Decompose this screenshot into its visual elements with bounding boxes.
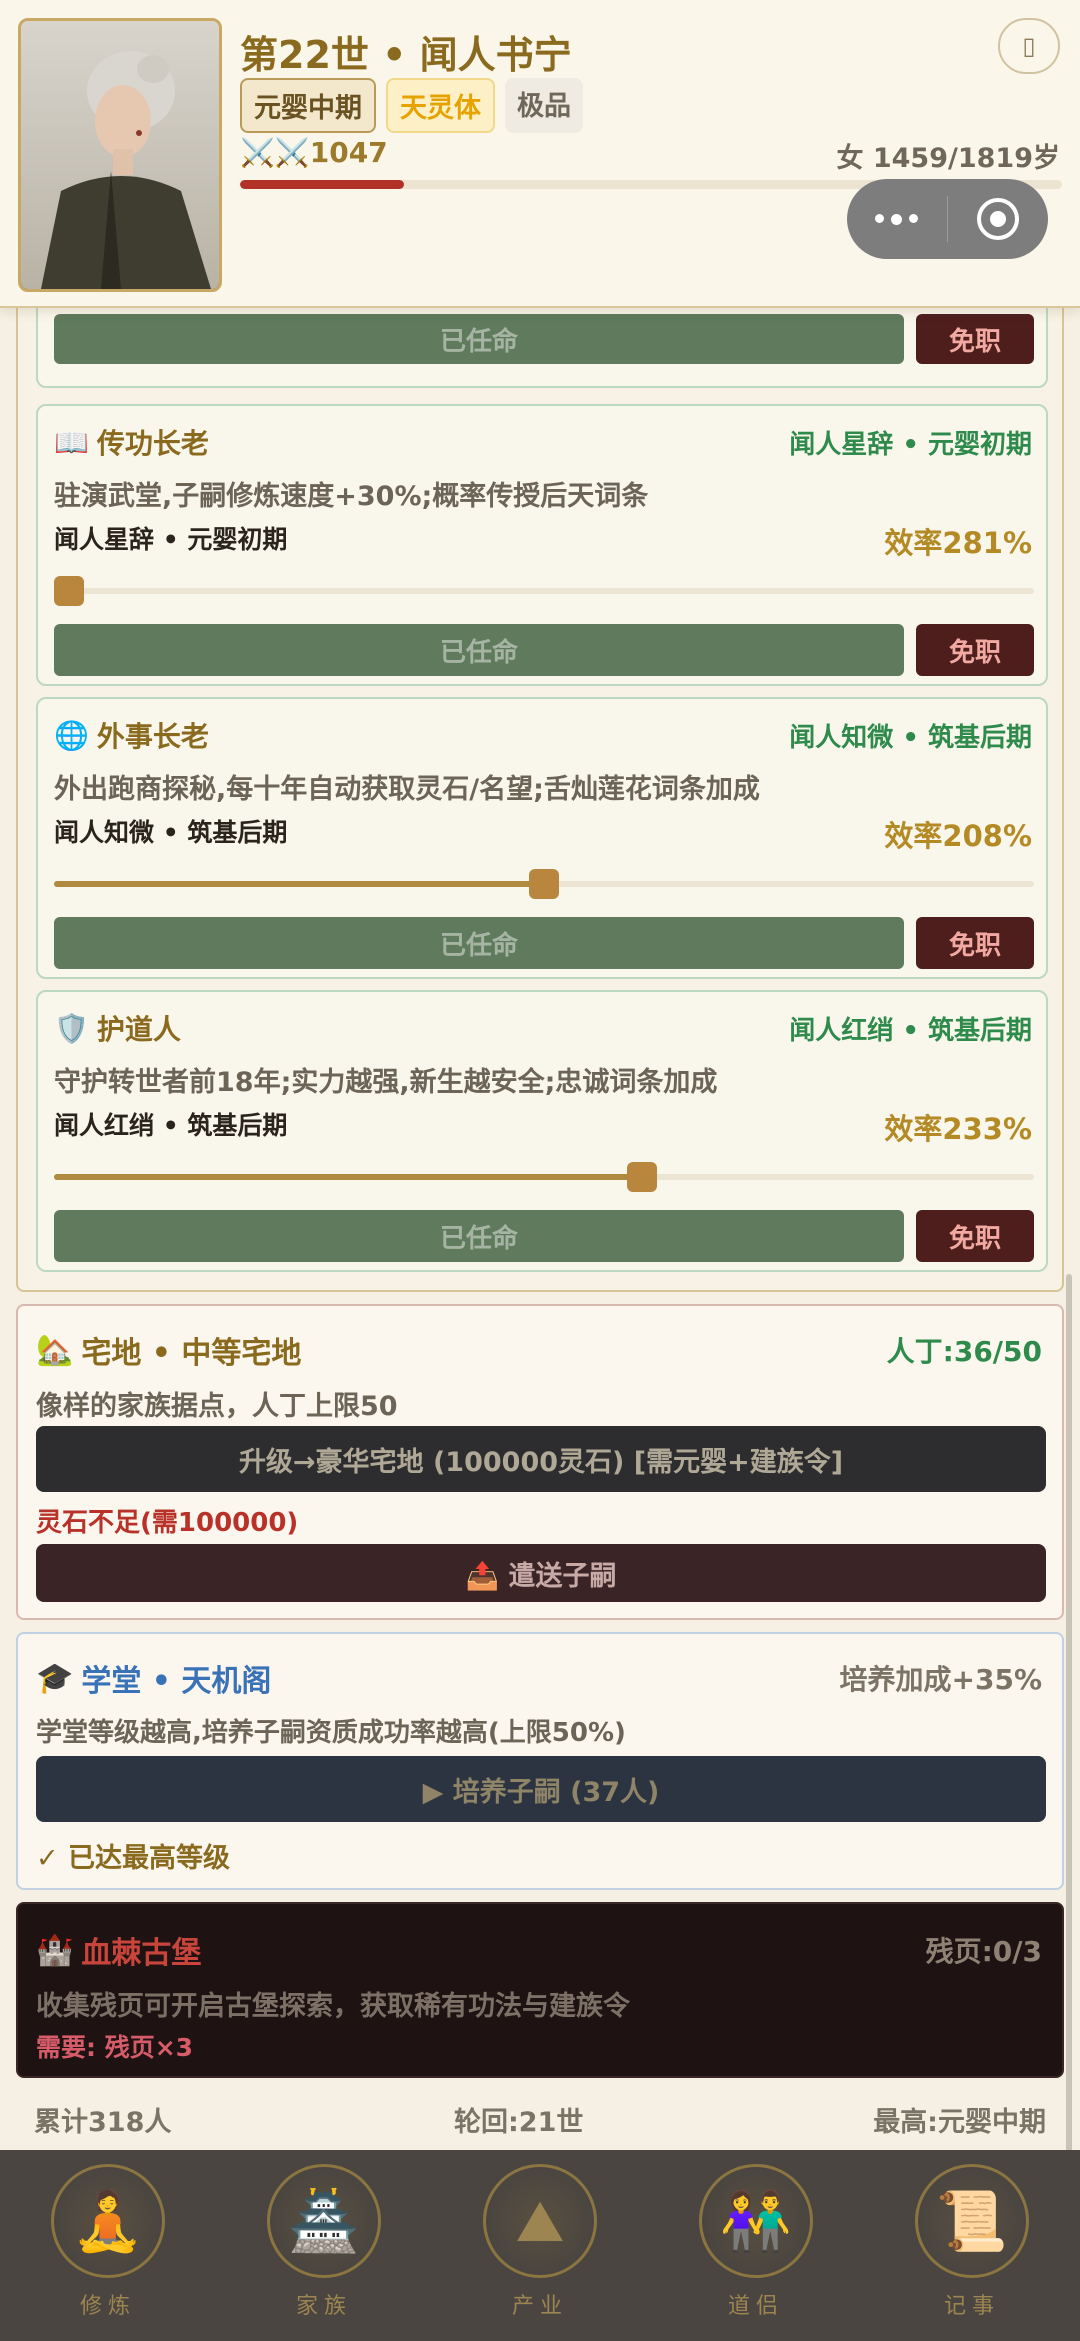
nav-cultivate[interactable]: 🧘 修炼 [33,2150,183,2341]
couple-icon: 👫 [699,2164,813,2278]
academy-title: 🎓 学堂 • 天机阁 [36,1660,272,1700]
castle-requirement: 需要: 残页×3 [36,2033,194,2062]
elder-title: 📖 传功长老 [54,425,209,461]
scrollbar[interactable] [1066,1274,1072,2154]
residence-card: 🏡 宅地 • 中等宅地 人丁:36/50 像样的家族据点，人丁上限50 升级→豪… [16,1304,1064,1620]
residence-desc: 像样的家族据点，人丁上限50 [36,1391,398,1422]
nav-family[interactable]: 🏯 家族 [249,2150,399,2341]
max-level-text: ✓ 已达最高等级 [36,1843,231,1874]
academy-card: 🎓 学堂 • 天机阁 培养加成+35% 学堂等级越高,培养子嗣资质成功率越高(上… [16,1632,1064,1890]
elder-person: 闻人知微 • 筑基后期 [54,818,288,847]
globe-icon: 🌐 [54,718,89,752]
character-title: 第22世 • 闻人书宁 [240,33,572,77]
house-icon: 🏡 [36,1332,74,1368]
meditation-icon: 🧘 [51,2164,165,2278]
elder-card-teaching: 📖 传功长老 闻人星辞 • 元婴初期 驻演武堂,子嗣修炼速度+30%;概率传授后… [36,404,1048,686]
age-display: 女 1459/1819岁 [836,143,1060,174]
elder-card-guardian: 🛡️ 护道人 闻人红绡 • 筑基后期 守护转世者前18年;实力越强,新生越安全;… [36,990,1048,1272]
elder-title: 🌐 外事长老 [54,718,209,754]
assigned-button[interactable]: 已任命 [54,624,904,676]
nav-label: 家族 [295,2294,352,2319]
menu-icon: ▯ [1022,32,1036,60]
lineage-stats: 累计318人 轮回:21世 最高:元婴中期 [34,2100,1046,2140]
book-icon: 📖 [54,425,89,459]
pavilion-icon: 🏯 [267,2164,381,2278]
slider-handle[interactable] [627,1162,657,1192]
elder-slider[interactable] [54,1162,1034,1192]
castle-icon: 🏰 [36,1932,74,1968]
elders-panel: 已任命 免职 📖 传功长老 闻人星辞 • 元婴初期 驻演武堂,子嗣修炼速度+30… [16,270,1064,1292]
realm-badge: 元婴中期 [240,78,376,133]
academy-desc: 学堂等级越高,培养子嗣资质成功率越高(上限50%) [36,1718,626,1748]
nav-records[interactable]: 📜 记事 [897,2150,1047,2341]
scroll-area[interactable]: 已任命 免职 📖 传功长老 闻人星辞 • 元婴初期 驻演武堂,子嗣修炼速度+30… [0,0,1080,2150]
nav-industry[interactable]: ⛰ 产业 [465,2150,615,2341]
castle-desc: 收集残页可开启古堡探索，获取稀有功法与建族令 [36,1991,630,2022]
character-header: 第22世 • 闻人书宁 元婴中期 天灵体 极品 ⚔️⚔️1047 女 1459/… [0,0,1080,308]
assigned-button[interactable]: 已任命 [54,314,904,364]
slider-handle[interactable] [54,576,84,606]
elder-desc: 驻演武堂,子嗣修炼速度+30%;概率传授后天词条 [54,481,649,512]
scroll-icon: 📜 [915,2164,1029,2278]
elder-person: 闻人星辞 • 元婴初期 [54,525,288,554]
elder-assigned-name: 闻人知微 • 筑基后期 [789,723,1032,753]
character-badges: 元婴中期 天灵体 极品 [240,78,583,133]
training-bonus: 培养加成+35% [839,1663,1042,1696]
target-icon [977,198,1020,240]
close-miniprogram-button[interactable] [948,179,1048,259]
menu-button[interactable]: ▯ [998,18,1060,74]
dismiss-button[interactable]: 免职 [916,624,1034,676]
cycle-count: 轮回:21世 [454,2107,584,2138]
elder-efficiency: 效率233% [884,1112,1032,1146]
nav-label: 产业 [511,2294,568,2319]
swords-icon: ⚔️⚔️ [240,136,310,169]
elder-desc: 外出跑商探秘,每十年自动获取灵石/名望;舌灿莲花词条加成 [54,774,760,805]
miniprogram-capsule [847,179,1048,259]
more-dots-icon [875,213,919,225]
elder-desc: 守护转世者前18年;实力越强,新生越安全;忠诚词条加成 [54,1067,718,1098]
elder-person: 闻人红绡 • 筑基后期 [54,1111,288,1140]
elder-title: 🛡️ 护道人 [54,1011,181,1047]
elder-assigned-name: 闻人星辞 • 元婴初期 [789,430,1032,460]
bottom-nav: 🧘 修炼 🏯 家族 ⛰ 产业 👫 道侣 📜 记事 [0,2150,1080,2341]
elder-efficiency: 效率281% [884,526,1032,560]
elder-card-external: 🌐 外事长老 闻人知微 • 筑基后期 外出跑商探秘,每十年自动获取灵石/名望;舌… [36,697,1048,979]
graduation-cap-icon: 🎓 [36,1660,74,1696]
elder-slider[interactable] [54,576,1034,606]
elder-efficiency: 效率208% [884,819,1032,853]
mountain-icon: ⛰ [483,2164,597,2278]
assigned-button[interactable]: 已任命 [54,1210,904,1262]
more-button[interactable] [847,179,947,259]
highest-realm: 最高:元婴中期 [873,2107,1046,2138]
body-type-badge: 天灵体 [386,78,495,133]
dismiss-button[interactable]: 免职 [916,917,1034,969]
castle-title: 🏰 血棘古堡 [36,1932,202,1972]
dismiss-button[interactable]: 免职 [916,314,1034,364]
nav-label: 道侣 [727,2294,784,2319]
dismiss-button[interactable]: 免职 [916,1210,1034,1262]
population-count: 人丁:36/50 [886,1335,1042,1368]
shield-icon: 🛡️ [54,1011,89,1045]
residence-title: 🏡 宅地 • 中等宅地 [36,1332,302,1372]
nav-label: 记事 [943,2294,1000,2319]
combat-power: ⚔️⚔️1047 [240,136,388,169]
castle-card[interactable]: 🏰 血棘古堡 残页:0/3 收集残页可开启古堡探索，获取稀有功法与建族令 需要:… [16,1902,1064,2078]
avatar[interactable] [18,18,222,292]
fragments-count: 残页:0/3 [925,1935,1042,1968]
insufficient-warning: 灵石不足(需100000) [36,1508,299,1538]
grade-badge: 极品 [505,78,583,133]
nav-label: 修炼 [79,2294,136,2319]
elder-assigned-name: 闻人红绡 • 筑基后期 [789,1016,1032,1046]
elder-slider[interactable] [54,869,1034,899]
assigned-button[interactable]: 已任命 [54,917,904,969]
slider-handle[interactable] [529,869,559,899]
nav-partner[interactable]: 👫 道侣 [681,2150,831,2341]
send-offspring-button[interactable]: 📤 遣送子嗣 [36,1544,1046,1602]
train-offspring-button[interactable]: ▶ 培养子嗣 (37人) [36,1756,1046,1822]
upgrade-residence-button[interactable]: 升级→豪华宅地 (100000灵石) [需元婴+建族令] [36,1426,1046,1492]
total-count: 累计318人 [34,2107,172,2138]
